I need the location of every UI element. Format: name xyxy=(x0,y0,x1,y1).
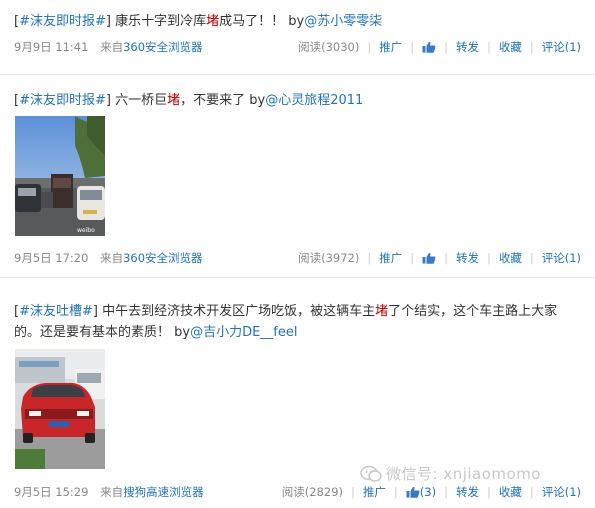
post-photo-traffic[interactable]: weibo xyxy=(15,116,105,236)
source-link[interactable]: 360安全浏览器 xyxy=(123,251,202,265)
car-photo-image xyxy=(15,349,105,469)
read-count: 阅读(3972) xyxy=(298,251,360,265)
text-part: 康乐十字到冷库 xyxy=(110,14,207,29)
read-count: 阅读(2829) xyxy=(281,485,344,499)
like-button[interactable] xyxy=(422,251,436,265)
favorite-button[interactable]: 收藏 xyxy=(499,250,522,266)
post-text: [#沫友即时报#] 六一桥巨堵，不要来了 by@心灵旅程2011 xyxy=(14,90,579,111)
post-text: [#沫友吐槽#] 中午去到经济技术开发区广场吃饭，被这辆车主堵了个结实，这个车主… xyxy=(14,301,581,343)
from-label: 来自 xyxy=(100,40,124,54)
watermark-text: 微信号: xnjiaomomo xyxy=(386,465,541,483)
divider xyxy=(0,74,595,75)
post-date[interactable]: 9月9日 11:41 xyxy=(14,40,88,54)
mention-link[interactable]: @苏小零零柒 xyxy=(304,14,382,29)
post-date[interactable]: 9月5日 17:20 xyxy=(14,251,88,265)
comment-button[interactable]: 评论(1) xyxy=(542,250,581,266)
text-part: 中午去到经济技术开发区广场吃饭，被这辆车主 xyxy=(97,304,376,319)
source-link[interactable]: 360安全浏览器 xyxy=(123,40,202,54)
thumbs-up-icon xyxy=(422,252,436,264)
wechat-watermark: 微信号: xnjiaomomo xyxy=(360,463,590,489)
post-meta: 9月5日 17:20 来自360安全浏览器 阅读(3972) | 推广 | | 转发 | 收藏… xyxy=(14,250,581,266)
post-meta: 9月9日 11:41 来自360安全浏览器 阅读(3030) | 推广 | | 转发 | 收藏… xyxy=(14,39,581,55)
recommend-button[interactable]: 推广 xyxy=(379,39,402,55)
forward-button[interactable]: 转发 xyxy=(456,39,479,55)
traffic-photo-image: weibo xyxy=(15,116,105,236)
topic-link[interactable]: #沫友吐槽# xyxy=(19,304,93,319)
mention-link[interactable]: @吉小力DE__feel xyxy=(190,325,297,340)
text-part: ，不要来了 by xyxy=(180,93,266,108)
highlight-word: 堵 xyxy=(375,304,389,319)
wechat-icon xyxy=(360,465,382,482)
highlight-word: 堵 xyxy=(206,14,220,29)
comment-button[interactable]: 评论(1) xyxy=(542,39,581,55)
like-button[interactable] xyxy=(422,40,436,54)
from-label: 来自 xyxy=(100,251,124,265)
photo-watermark-text: weibo xyxy=(77,227,95,234)
forward-button[interactable]: 转发 xyxy=(456,250,479,266)
mention-link[interactable]: @心灵旅程2011 xyxy=(265,93,363,108)
text-part: 六一桥巨 xyxy=(110,93,168,108)
read-count: 阅读(3030) xyxy=(298,40,360,54)
post-text: [#沫友即时报#] 康乐十字到冷库堵成马了！！ by@苏小零零柒 xyxy=(14,11,579,32)
highlight-word: 堵 xyxy=(167,93,181,108)
thumbs-up-icon xyxy=(422,41,436,53)
source-link[interactable]: 搜狗高速浏览器 xyxy=(123,485,204,499)
topic-link[interactable]: #沫友即时报# xyxy=(19,93,106,108)
favorite-button[interactable]: 收藏 xyxy=(499,39,522,55)
recommend-button[interactable]: 推广 xyxy=(379,250,402,266)
divider xyxy=(0,277,595,278)
post-date[interactable]: 9月5日 15:29 xyxy=(14,485,88,499)
from-label: 来自 xyxy=(100,485,124,499)
text-part: 成马了！！ by xyxy=(219,14,305,29)
topic-link[interactable]: #沫友即时报# xyxy=(19,14,106,29)
post-photo-car[interactable] xyxy=(15,349,105,469)
